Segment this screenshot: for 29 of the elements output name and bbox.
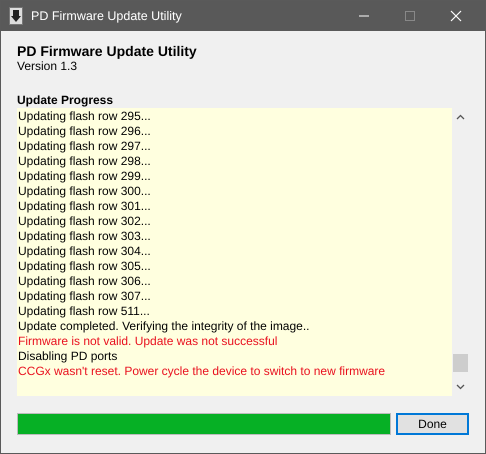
log-line: Updating flash row 300... (17, 184, 152, 199)
log-line: Updating flash row 511... (17, 304, 151, 319)
log-line: CCGx wasn't reset. Power cycle the device to switch to new firmware (17, 364, 386, 379)
scroll-down-icon[interactable] (456, 384, 465, 390)
log-line: Updating flash row 296... (17, 124, 152, 139)
log-line: Updating flash row 306... (17, 274, 152, 289)
log-line: Updating flash row 307... (17, 289, 152, 304)
log-line: Updating flash row 298... (17, 154, 152, 169)
scroll-up-icon[interactable] (456, 114, 465, 120)
log-line: Updating flash row 299... (17, 169, 152, 184)
version-label: Version 1.3 (17, 59, 78, 73)
window-title: PD Firmware Update Utility (31, 9, 183, 23)
log-line: Updating flash row 305... (17, 259, 152, 274)
log-line: Updating flash row 295... (17, 109, 152, 124)
log-line: Firmware is not valid. Update was not successful (17, 334, 278, 349)
log-line: Updating flash row 297... (17, 139, 152, 154)
close-icon[interactable] (450, 10, 462, 22)
log-line: Update completed. Verifying the integrity of the image.. (17, 319, 310, 334)
log-line: Disabling PD ports (17, 349, 118, 364)
log-line: Updating flash row 303... (17, 229, 152, 244)
app-icon (9, 7, 23, 25)
log-line: Updating flash row 304... (17, 244, 152, 259)
scroll-thumb[interactable] (453, 354, 468, 372)
app-title: PD Firmware Update Utility (17, 43, 198, 59)
log-line: Updating flash row 302... (17, 214, 152, 229)
maximize-icon (404, 10, 416, 22)
section-label: Update Progress (17, 93, 114, 107)
log-line: Updating flash row 301... (17, 199, 152, 214)
done-button[interactable]: Done (396, 413, 469, 435)
